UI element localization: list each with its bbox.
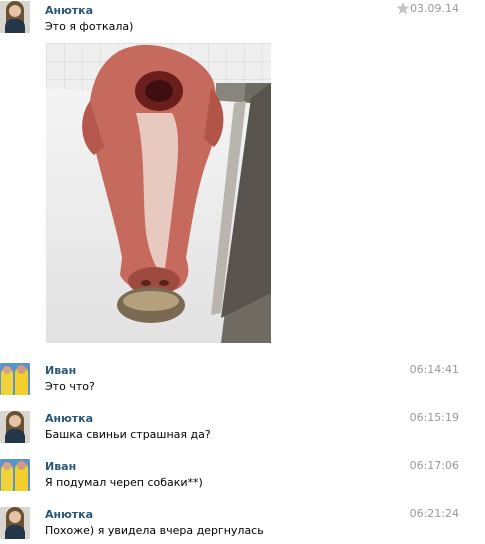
message-time: 06:14:41: [409, 363, 459, 376]
sender-name[interactable]: Иван: [45, 364, 76, 377]
message-text: Это я фоткала): [45, 20, 134, 33]
message-time: 03.09.14: [410, 2, 459, 15]
sender-name[interactable]: Анютка: [45, 508, 93, 521]
message-time: 06:15:19: [409, 411, 459, 424]
message-item: Анютка Башка свиньи страшная да? 06:15:1…: [0, 408, 485, 452]
message-item: Иван Это что? 06:14:41: [0, 360, 485, 404]
avatar-anyutka[interactable]: [0, 1, 30, 33]
sender-name[interactable]: Анютка: [45, 4, 93, 17]
message-item: Анютка Похоже) я увидела вчера дергнулас…: [0, 504, 485, 544]
message-text: Это что?: [45, 380, 95, 393]
message-text: Башка свиньи страшная да?: [45, 428, 211, 441]
sender-name[interactable]: Иван: [45, 460, 76, 473]
message-text: Я подумал череп собаки**): [45, 476, 203, 489]
message-item: Анютка Это я фоткала) 03.09.14: [0, 0, 485, 350]
message-text: Похоже) я увидела вчера дергнулась: [45, 524, 264, 537]
avatar-anyutka[interactable]: [0, 411, 30, 443]
avatar-ivan[interactable]: [0, 363, 30, 395]
avatar-anyutka[interactable]: [0, 507, 30, 539]
message-item: Иван Я подумал череп собаки**) 06:17:06: [0, 456, 485, 500]
message-time: 06:21:24: [409, 507, 459, 520]
sender-name[interactable]: Анютка: [45, 412, 93, 425]
attached-photo[interactable]: [46, 43, 271, 343]
avatar-ivan[interactable]: [0, 459, 30, 491]
star-icon[interactable]: [396, 2, 410, 15]
message-time: 06:17:06: [409, 459, 459, 472]
